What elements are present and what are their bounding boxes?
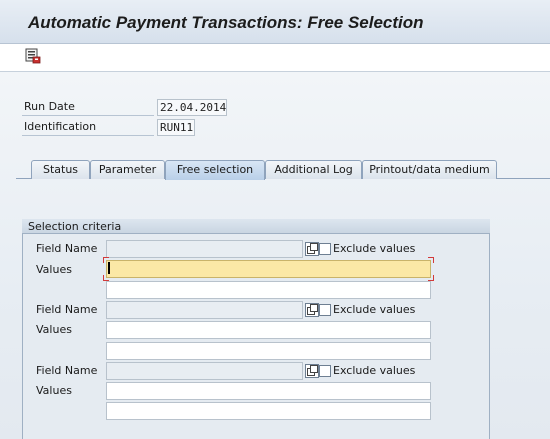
values-input[interactable] — [106, 382, 431, 400]
tab-additional-log[interactable]: Additional Log — [265, 160, 362, 179]
focus-corner — [103, 257, 109, 263]
run-date-label: Run Date — [22, 99, 154, 116]
tab-printout-data-medium[interactable]: Printout/data medium — [362, 160, 497, 179]
values-label: Values — [36, 384, 72, 397]
values-label: Values — [36, 263, 72, 276]
window-title: Automatic Payment Transactions: Free Sel… — [28, 13, 424, 32]
multiple-selection-icon[interactable] — [305, 364, 319, 378]
values-input[interactable] — [106, 402, 431, 420]
exclude-values-label: Exclude values — [333, 303, 416, 316]
title-bar: Automatic Payment Transactions: Free Sel… — [0, 0, 550, 44]
field-name-label: Field Name — [36, 364, 98, 377]
tab-parameter[interactable]: Parameter — [90, 160, 165, 179]
multiple-selection-icon[interactable] — [305, 242, 319, 256]
text-cursor — [108, 262, 110, 274]
field-name-input[interactable] — [106, 240, 303, 258]
exclude-values-checkbox[interactable] — [319, 365, 331, 377]
values-input[interactable] — [106, 342, 431, 360]
values-input[interactable] — [106, 260, 431, 278]
exclude-values-label: Exclude values — [333, 364, 416, 377]
field-name-label: Field Name — [36, 303, 98, 316]
save-variant-icon[interactable] — [25, 48, 41, 64]
exclude-values-checkbox[interactable] — [319, 304, 331, 316]
exclude-values-checkbox[interactable] — [319, 243, 331, 255]
selection-criteria-title: Selection criteria — [22, 219, 490, 234]
exclude-values-label: Exclude values — [333, 242, 416, 255]
focus-corner — [428, 257, 434, 263]
application-toolbar — [0, 44, 550, 72]
run-date-field[interactable]: 22.04.2014 — [157, 99, 227, 116]
field-name-input[interactable] — [106, 362, 303, 380]
field-name-input[interactable] — [106, 301, 303, 319]
multiple-selection-icon[interactable] — [305, 303, 319, 317]
tab-free-selection[interactable]: Free selection — [165, 160, 265, 180]
identification-label: Identification — [22, 119, 154, 136]
identification-field[interactable]: RUN11 — [157, 119, 195, 136]
tab-status[interactable]: Status — [31, 160, 90, 179]
field-name-label: Field Name — [36, 242, 98, 255]
values-label: Values — [36, 323, 72, 336]
values-input[interactable] — [106, 281, 431, 299]
values-input[interactable] — [106, 321, 431, 339]
